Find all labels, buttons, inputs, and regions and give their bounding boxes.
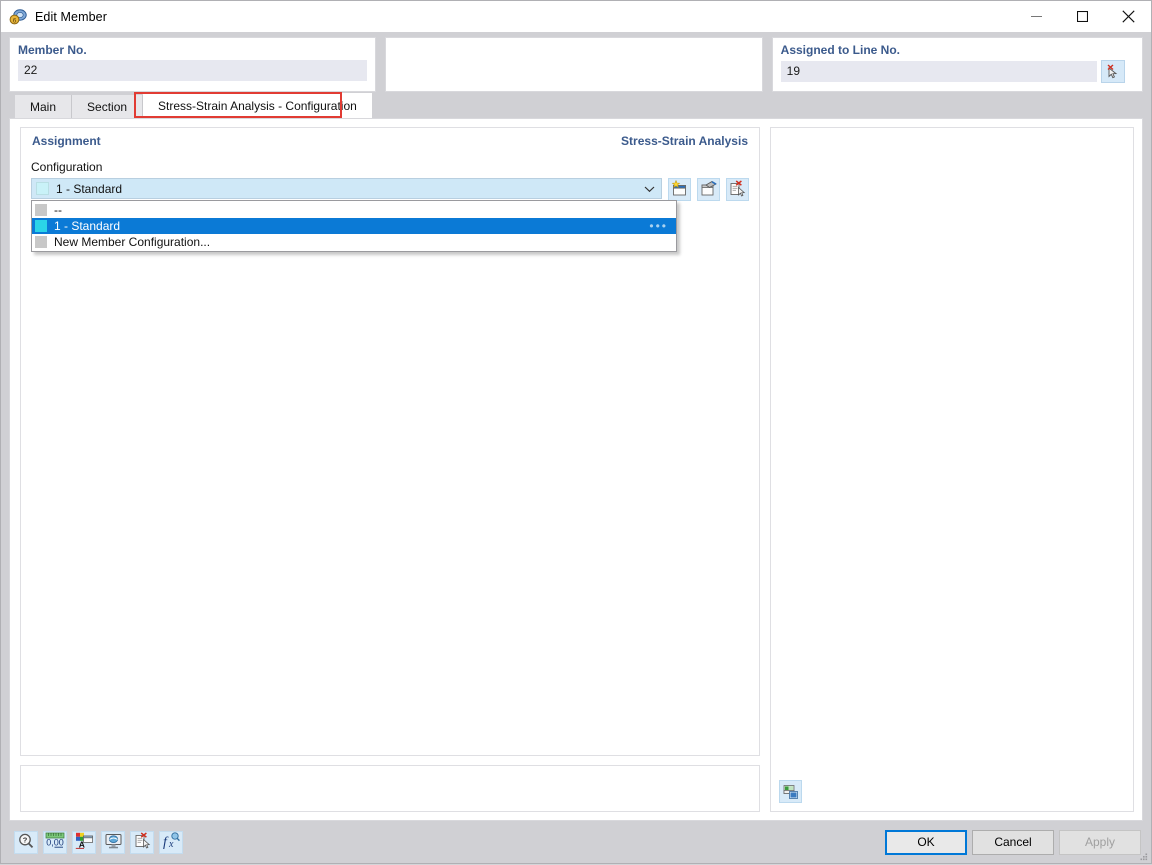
cancel-button[interactable]: Cancel (972, 829, 1054, 855)
item-swatch (35, 220, 47, 232)
preview-pane (770, 127, 1134, 812)
title-bar: 6 Edit Member (1, 1, 1151, 32)
delete-document-icon (729, 179, 746, 200)
configuration-combobox[interactable]: 1 - Standard (31, 178, 662, 199)
header-fields: Member No. Assigned to Line No. (1, 32, 1151, 92)
tab-bar: Main Section Stress-Strain Analysis - Co… (1, 92, 1151, 118)
maximize-button[interactable] (1059, 1, 1105, 32)
svg-text:6: 6 (13, 17, 17, 24)
fx-formula-icon: f x (162, 832, 180, 852)
tab-stress-strain-analysis-configuration[interactable]: Stress-Strain Analysis - Configuration (143, 93, 372, 118)
monitor-icon (105, 833, 122, 852)
delete-button[interactable] (130, 830, 154, 854)
tab-section[interactable]: Section (72, 95, 144, 118)
list-item-label: 1 - Standard (54, 219, 121, 233)
units-0-00-icon: 0,00 (45, 832, 65, 852)
assigned-line-group: Assigned to Line No. (771, 37, 1143, 92)
overflow-ellipsis-icon: ••• (649, 219, 668, 233)
item-swatch (35, 236, 47, 248)
list-item[interactable]: -- (32, 202, 676, 218)
list-item[interactable]: 1 - Standard ••• (32, 218, 676, 234)
configuration-label: Configuration (31, 160, 103, 174)
configuration-dropdown-list[interactable]: -- 1 - Standard ••• New Member Configura… (31, 200, 677, 252)
dialog-buttons: OK Cancel Apply (885, 829, 1141, 855)
list-item-label: New Member Configuration... (54, 235, 211, 249)
svg-text:?: ? (23, 835, 28, 844)
delete-configuration-button[interactable] (726, 178, 749, 201)
assignment-panel: Assignment Stress-Strain Analysis Config… (20, 127, 760, 756)
ok-button[interactable]: OK (885, 829, 967, 855)
left-pane: Assignment Stress-Strain Analysis Config… (10, 119, 760, 820)
svg-text:A: A (79, 840, 85, 849)
resize-grip-icon[interactable] (1138, 851, 1148, 861)
edit-configuration-button[interactable] (697, 178, 720, 201)
item-swatch (35, 204, 47, 216)
member-no-input[interactable] (18, 60, 368, 81)
member-no-group: Member No. (9, 37, 377, 92)
window-title: Edit Member (35, 9, 107, 24)
configuration-value: 1 - Standard (56, 181, 123, 196)
list-item-label: -- (54, 203, 62, 217)
tab-main[interactable]: Main (15, 95, 73, 118)
pick-cursor-icon[interactable] (1100, 60, 1125, 83)
assigned-line-label: Assigned to Line No. (780, 43, 901, 57)
display-properties-button[interactable]: A (72, 830, 96, 854)
chevron-down-icon[interactable] (644, 179, 655, 198)
formula-button[interactable]: f x (159, 830, 183, 854)
new-window-icon (671, 179, 688, 200)
edit-member-dialog: 6 Edit Member Member No. Assigned to Lin… (0, 0, 1152, 864)
bottom-bar: ? 0,00 A f x OK Cancel Apply (1, 821, 1151, 863)
svg-text:x: x (168, 839, 174, 849)
magnifier-question-icon: ? (18, 833, 34, 852)
list-item[interactable]: New Member Configuration... (32, 234, 676, 250)
help-magnifier-button[interactable]: ? (14, 830, 38, 854)
apply-button: Apply (1059, 829, 1141, 855)
stress-strain-analysis-title: Stress-Strain Analysis (621, 134, 748, 148)
view-settings-button[interactable] (101, 830, 125, 854)
close-button[interactable] (1105, 1, 1151, 32)
member-icon: 6 (9, 8, 27, 26)
member-no-label: Member No. (18, 43, 87, 57)
configuration-swatch (36, 182, 49, 195)
assigned-line-input[interactable] (780, 61, 1097, 82)
dialog-body: Assignment Stress-Strain Analysis Config… (9, 118, 1143, 821)
edit-window-icon (700, 180, 717, 200)
color-font-icon: A (75, 832, 93, 852)
minimize-button[interactable] (1013, 1, 1059, 32)
bottom-toolbar: ? 0,00 A f x (14, 830, 183, 854)
configuration-row: 1 - Standard -- 1 - Standard ••• New Mem… (31, 178, 749, 252)
assignment-title: Assignment (32, 134, 101, 148)
units-button[interactable]: 0,00 (43, 830, 67, 854)
left-pane-footer (20, 765, 760, 812)
section-header: Assignment Stress-Strain Analysis (31, 132, 749, 148)
svg-text:0,00: 0,00 (46, 838, 64, 848)
window-controls (1013, 1, 1151, 32)
middle-empty-group (385, 37, 763, 92)
delete-document-cursor-icon (134, 832, 151, 852)
new-configuration-button[interactable] (668, 178, 691, 201)
render-image-icon[interactable] (779, 780, 802, 803)
